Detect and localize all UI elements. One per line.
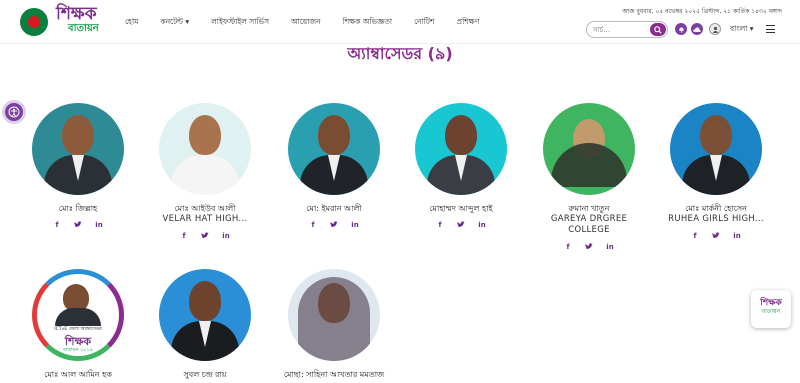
ambassador-card[interactable]: সুবল চন্দ্র রায় — [141, 269, 269, 380]
avatar-head — [445, 115, 477, 155]
government-logo-icon[interactable] — [20, 8, 48, 36]
nav-lifestyle[interactable]: লাইফস্টাইল সার্ভিস — [211, 14, 269, 30]
facebook-icon[interactable]: f — [309, 221, 317, 230]
ambassador-name[interactable]: রুমানা খাতুন — [525, 203, 653, 214]
user-avatar-icon[interactable] — [709, 23, 721, 35]
linkedin-icon[interactable]: in — [606, 243, 614, 252]
social-links: f in — [652, 232, 780, 241]
avatar-head — [62, 115, 94, 155]
facebook-icon[interactable]: f — [180, 232, 188, 241]
social-links: f in — [141, 232, 269, 241]
facebook-icon[interactable]: f — [691, 232, 699, 241]
badge-year: বাতায়ন ২০১৯ — [63, 347, 93, 353]
avatar-body — [551, 143, 627, 187]
linkedin-icon[interactable]: in — [95, 221, 103, 230]
linkedin-icon[interactable]: in — [733, 232, 741, 241]
nav-teacher-experience[interactable]: শিক্ষক অভিজ্ঞতা — [343, 14, 393, 30]
facebook-icon[interactable]: f — [436, 221, 444, 230]
language-selector[interactable]: বাংলা ▾ — [730, 24, 754, 36]
avatar-head — [318, 115, 350, 155]
search-input[interactable] — [593, 25, 649, 34]
brand-logo[interactable]: শিক্ষক বাতায়ন — [56, 5, 110, 39]
avatar[interactable] — [415, 103, 507, 195]
linkedin-icon[interactable]: in — [478, 221, 486, 230]
ambassador-card[interactable]: মোঃ জিল্লাহ f in — [14, 103, 142, 230]
twitter-icon[interactable] — [712, 232, 720, 241]
linkedin-icon[interactable]: in — [351, 221, 359, 230]
twitter-icon[interactable] — [201, 232, 209, 241]
social-links: f in — [14, 221, 142, 230]
ambassador-name[interactable]: মোহাম্মদ আব্দুল হাই — [397, 203, 525, 214]
avatar-head — [189, 281, 221, 321]
floating-brand-bottom: বাতায়ন — [761, 308, 781, 315]
ambassador-card[interactable]: মোহাম্মদ আব্দুল হাই f in — [397, 103, 525, 230]
notification-bell-icon[interactable] — [675, 23, 687, 35]
page-title: অ্যাম্বাসেডর (৯) — [347, 44, 453, 63]
date-text: আজ বুধবার, ০৫ নভেম্বর ২০২৫ খ্রিস্টাব্দ, … — [622, 8, 782, 15]
ambassador-name[interactable]: মোঃ আইউব আলী — [141, 203, 269, 214]
social-links: f in — [270, 221, 398, 230]
floating-brand-top: শিক্ষক — [760, 298, 782, 308]
social-links: f in — [525, 243, 653, 252]
ambassador-card[interactable]: ICT৪E জেলা অ্যাম্বাসেডর শিক্ষক বাতায়ন ২… — [14, 269, 142, 380]
nav-notice[interactable]: নোটিশ — [414, 14, 434, 30]
nav-home[interactable]: হোম — [125, 14, 138, 30]
ambassador-name[interactable]: মোছা: সাহিনা আখতার মমতাজ — [270, 369, 398, 380]
avatar[interactable] — [159, 103, 251, 195]
ambassador-card[interactable]: মো: ইমরান আলী f in — [270, 103, 398, 230]
twitter-icon[interactable] — [457, 221, 465, 230]
ambassador-name[interactable]: মোঃ আল আমিন হক — [14, 369, 142, 380]
nav-training[interactable]: প্রশিক্ষণ — [456, 14, 479, 30]
avatar-body — [171, 155, 239, 195]
avatar[interactable] — [543, 103, 635, 195]
site-header: শিক্ষক বাতায়ন হোম কনটেন্ট ▾ লাইফস্টাইল … — [0, 0, 800, 44]
brand-logo-bottom: বাতায়ন — [68, 23, 99, 34]
ambassador-name[interactable]: মোঃ জিল্লাহ — [14, 203, 142, 214]
avatar-head — [189, 115, 221, 155]
floating-brand-button[interactable]: শিক্ষক বাতায়ন — [751, 290, 791, 328]
search-icon — [654, 25, 662, 34]
cloud-upload-icon[interactable] — [691, 23, 703, 35]
main-nav: হোম কনটেন্ট ▾ লাইফস্টাইল সার্ভিস আয়োজন … — [125, 14, 479, 30]
twitter-icon[interactable] — [330, 221, 338, 230]
facebook-icon[interactable]: f — [53, 221, 61, 230]
avatar-body — [55, 308, 101, 326]
ambassador-card[interactable]: মোঃ আইউব আলী VELAR HAT HIGH... f in — [141, 103, 269, 241]
avatar[interactable] — [670, 103, 762, 195]
facebook-icon[interactable]: f — [564, 243, 572, 252]
avatar-body — [298, 277, 370, 361]
avatar-head — [700, 115, 732, 155]
ambassador-card[interactable]: মোঃ মার্কনী হোসেন RUHEA GIRLS HIGH... f … — [652, 103, 780, 241]
ambassador-card[interactable]: মোছা: সাহিনা আখতার মমতাজ — [270, 269, 398, 380]
nav-events[interactable]: আয়োজন — [291, 14, 321, 30]
avatar[interactable] — [288, 269, 380, 361]
ambassador-institution: GAREYA DRGREE COLLEGE — [550, 214, 628, 235]
avatar[interactable] — [159, 269, 251, 361]
twitter-icon[interactable] — [585, 243, 593, 252]
ambassador-name[interactable]: মোঃ মার্কনী হোসেন — [652, 203, 780, 214]
hamburger-menu-icon[interactable] — [766, 25, 775, 33]
twitter-icon[interactable] — [74, 221, 82, 230]
ambassador-name[interactable]: সুবল চন্দ্র রায় — [141, 369, 269, 380]
ambassador-institution: VELAR HAT HIGH... — [162, 214, 248, 224]
ambassador-institution: RUHEA GIRLS HIGH... — [668, 214, 764, 224]
search-box[interactable] — [586, 21, 668, 38]
avatar[interactable]: ICT৪E জেলা অ্যাম্বাসেডর শিক্ষক বাতায়ন ২… — [32, 269, 124, 361]
nav-content[interactable]: কনটেন্ট ▾ — [160, 14, 189, 30]
avatar[interactable] — [32, 103, 124, 195]
ambassador-card[interactable]: রুমানা খাতুন GAREYA DRGREE COLLEGE f in — [525, 103, 653, 252]
search-button[interactable] — [650, 23, 666, 36]
ambassador-name[interactable]: মো: ইমরান আলী — [270, 203, 398, 214]
badge-caption: ICT৪E জেলা অ্যাম্বাসেডর — [54, 327, 102, 332]
social-links: f in — [397, 221, 525, 230]
linkedin-icon[interactable]: in — [222, 232, 230, 241]
brand-logo-top: শিক্ষক — [56, 4, 97, 24]
avatar[interactable] — [288, 103, 380, 195]
